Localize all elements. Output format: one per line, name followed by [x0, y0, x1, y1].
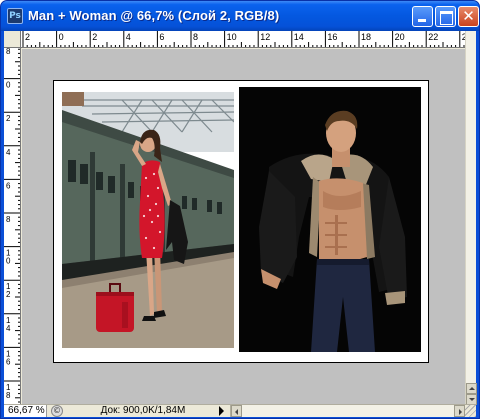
document-window: Ps Man + Woman @ 66,7% (Слой 2, RGB/8) ✕… — [0, 0, 480, 419]
ruler-origin-corner[interactable] — [4, 31, 21, 48]
scroll-left-button[interactable] — [231, 405, 242, 417]
ruler-label: 4 — [6, 324, 11, 333]
scroll-right-button[interactable] — [454, 405, 465, 417]
ruler-label: 0 — [6, 257, 11, 266]
ruler-label: 2 — [92, 32, 97, 42]
photoshop-app-icon[interactable]: Ps — [7, 8, 23, 24]
close-icon: ✕ — [462, 7, 475, 25]
vertical-ruler-ticks: 802468101214161820 — [4, 48, 20, 403]
ruler-label: 6 — [159, 32, 164, 42]
ruler-label: 8 — [6, 215, 11, 224]
window-title: Man + Woman @ 66,7% (Слой 2, RGB/8) — [28, 8, 280, 23]
ruler-label: 0 — [6, 81, 11, 90]
horizontal-ruler-ticks: 2024681012141618202224 — [22, 31, 466, 47]
ruler-label: 2 — [25, 32, 30, 42]
ruler-label: 0 — [59, 32, 64, 42]
ruler-label: 18 — [361, 32, 371, 42]
horizontal-scrollbar[interactable] — [230, 405, 465, 417]
horizontal-ruler[interactable]: 2024681012141618202224 — [21, 31, 466, 48]
ruler-label: 6 — [6, 181, 11, 190]
ruler-label: 4 — [126, 32, 131, 42]
ruler-label: 20 — [395, 32, 405, 42]
title-bar[interactable]: Ps Man + Woman @ 66,7% (Слой 2, RGB/8) ✕ — [1, 1, 479, 31]
ruler-label: 12 — [260, 32, 270, 42]
ruler-label: 8 — [6, 391, 11, 400]
zoom-level-field[interactable]: 66,67 % — [4, 405, 47, 417]
status-menu-arrow-icon[interactable] — [219, 406, 224, 416]
ruler-label: 8 — [193, 32, 198, 42]
ruler-label: 22 — [428, 32, 438, 42]
ruler-label: 14 — [294, 32, 304, 42]
close-button[interactable]: ✕ — [458, 6, 479, 27]
man-photo — [239, 87, 421, 352]
status-info-icon[interactable]: © — [51, 405, 63, 417]
vertical-ruler[interactable]: 802468101214161820 — [4, 48, 21, 404]
minimize-button[interactable] — [412, 6, 433, 27]
document-client-area: 2024681012141618202224 80246810121416182… — [4, 31, 477, 417]
woman-photo — [62, 92, 234, 348]
vertical-scrollbar[interactable] — [465, 31, 477, 405]
ruler-label: 10 — [227, 32, 237, 42]
status-bar: 66,67 % © Док: 900,0K/1,84M — [4, 404, 476, 417]
ruler-label: 2 — [6, 290, 11, 299]
document-canvas[interactable] — [53, 80, 429, 363]
document-size-info: Док: 900,0K/1,84M — [100, 405, 186, 416]
ruler-label: 6 — [6, 357, 11, 366]
ruler-label: 8 — [6, 48, 11, 56]
scroll-up-button[interactable] — [466, 383, 477, 394]
maximize-button[interactable] — [435, 6, 456, 27]
ruler-label: 4 — [6, 148, 11, 157]
ruler-label: 2 — [6, 114, 11, 123]
canvas-pasteboard[interactable] — [22, 49, 465, 404]
ruler-label: 16 — [327, 32, 337, 42]
resize-grip-icon[interactable] — [465, 405, 476, 417]
